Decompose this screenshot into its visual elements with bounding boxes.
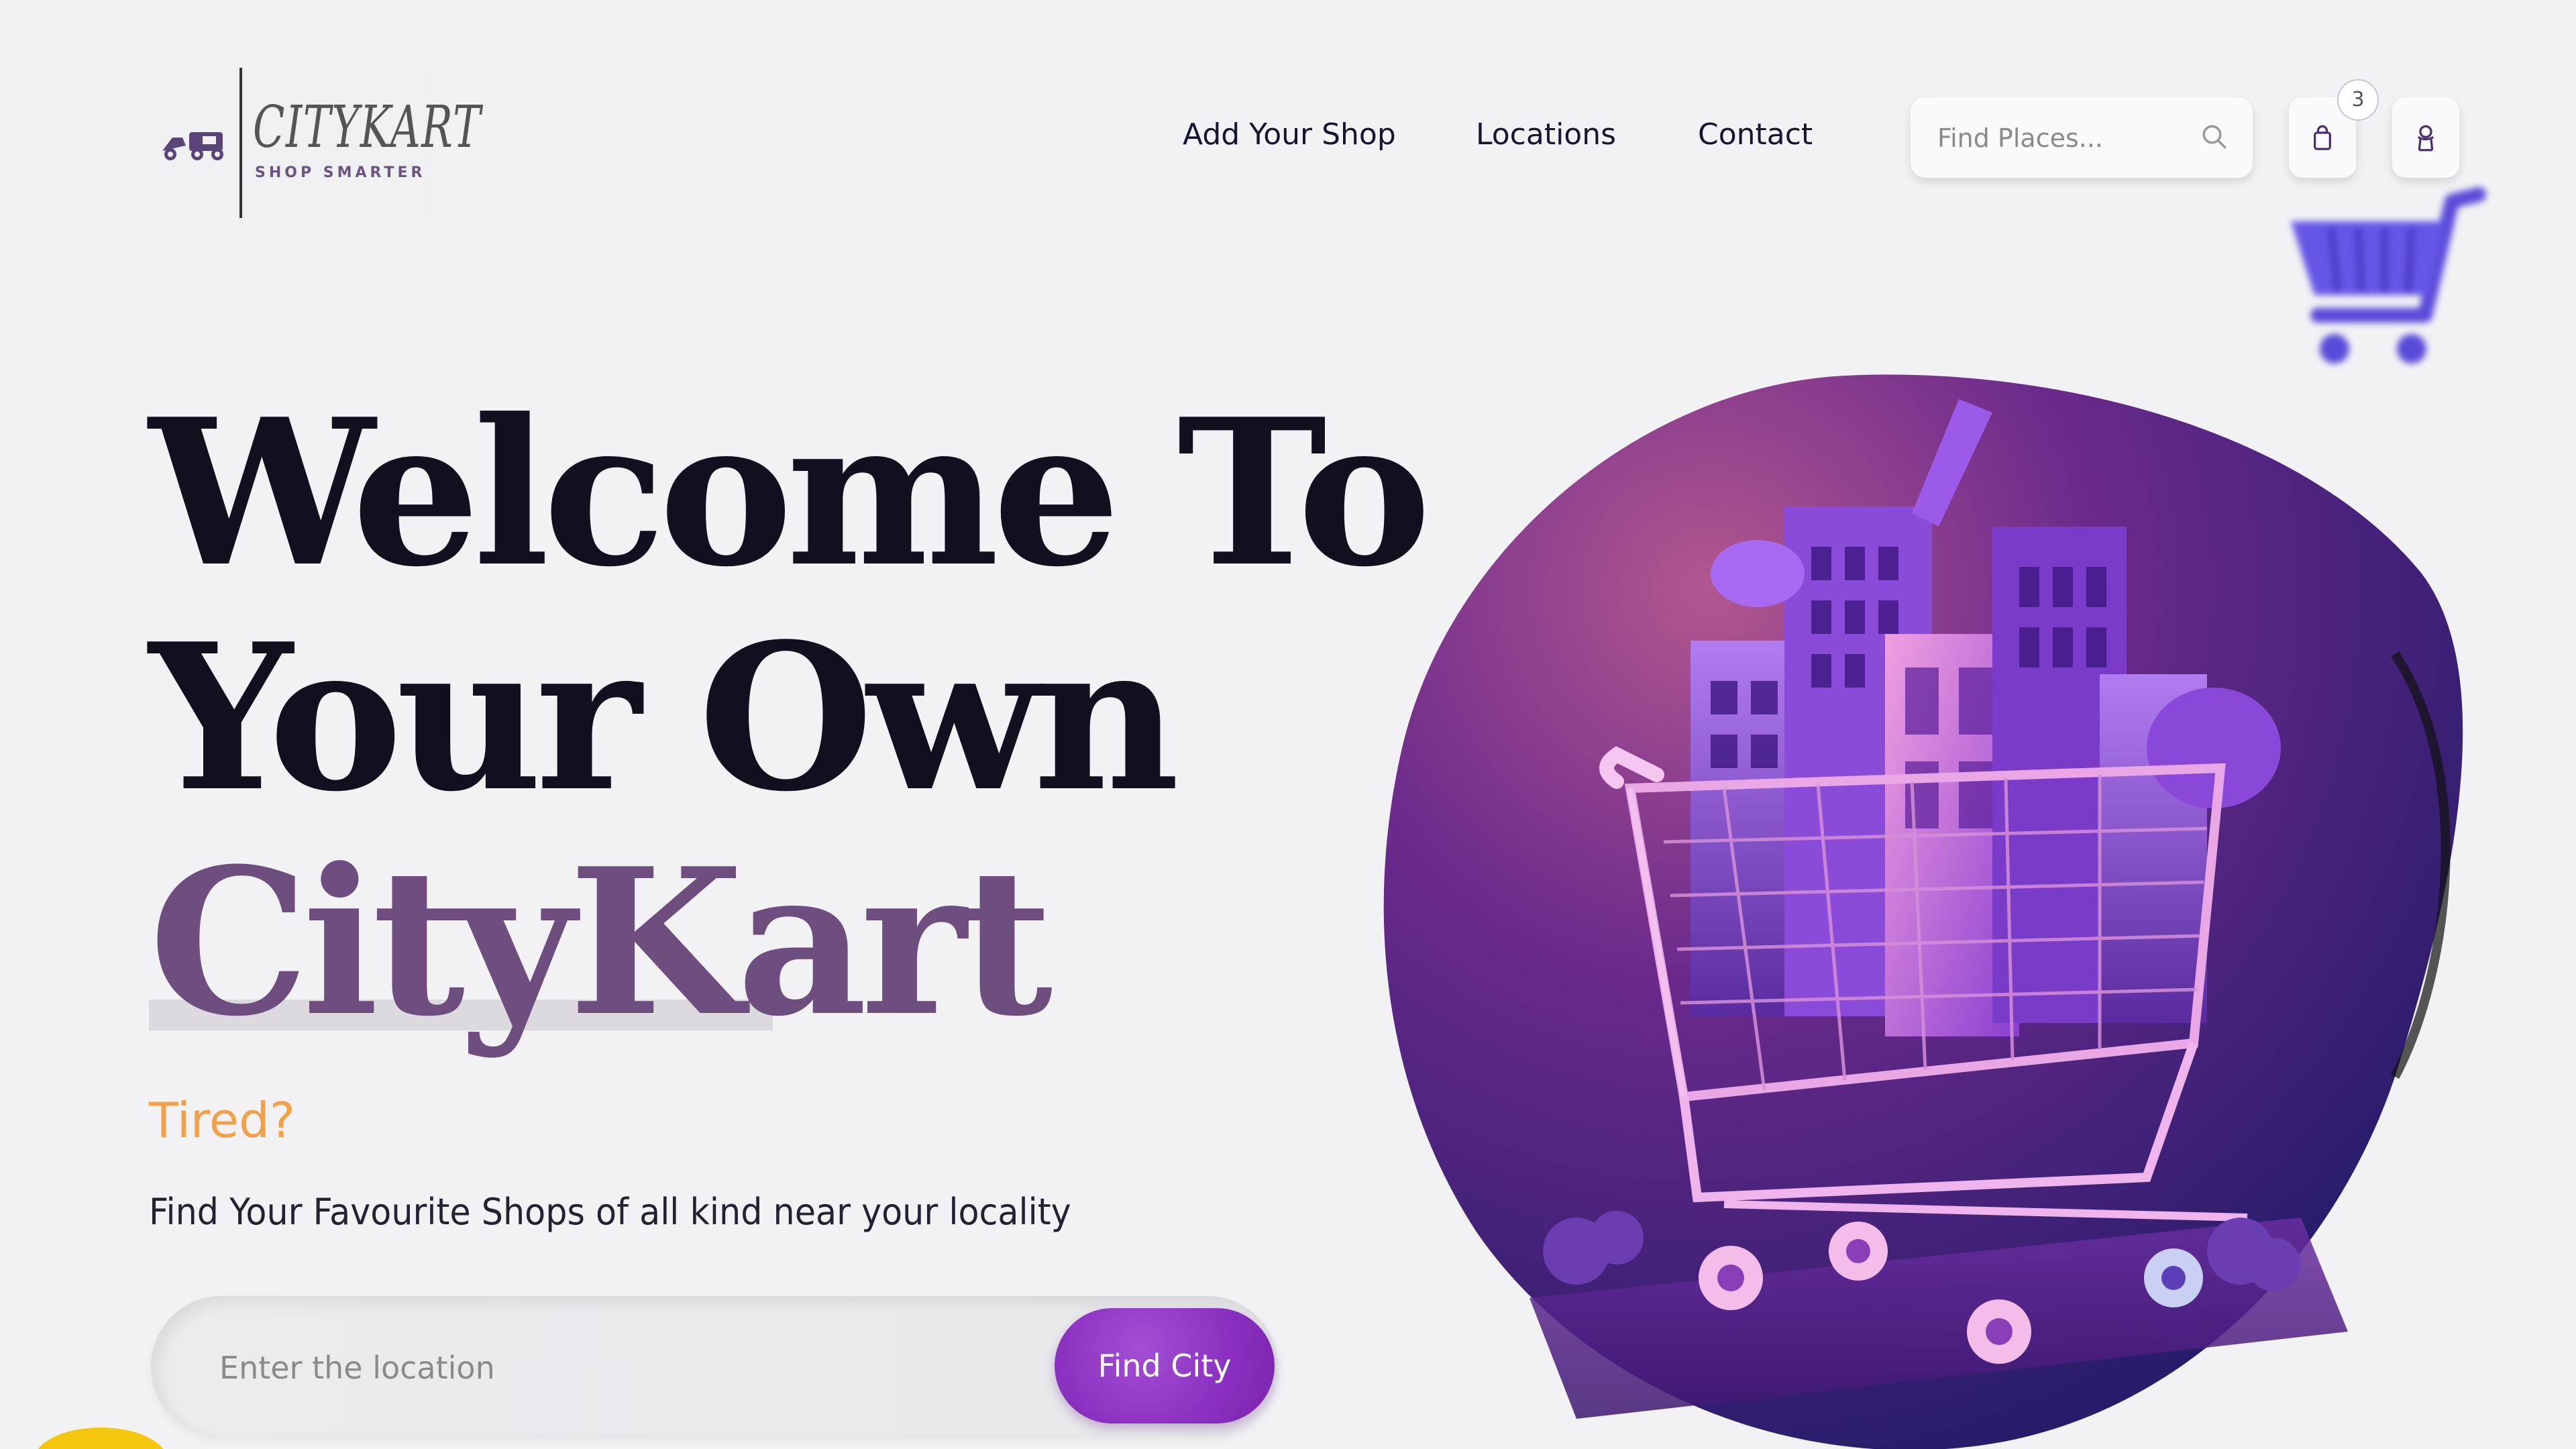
- search-icon[interactable]: [2200, 123, 2229, 151]
- hero-heading-line-2: Your Own: [149, 599, 1179, 836]
- hero-heading-line-1: Welcome To: [149, 374, 1432, 611]
- location-input[interactable]: [218, 1340, 1093, 1395]
- user-icon: [2417, 125, 2434, 152]
- logo-brand-text: CITYKART: [253, 94, 482, 161]
- decorative-blob: [34, 1428, 168, 1449]
- shopping-bag-icon: [2314, 125, 2331, 150]
- logo-tagline: SHOP SMARTER: [255, 164, 426, 181]
- nav-contact[interactable]: Contact: [1698, 117, 1813, 152]
- find-city-button[interactable]: Find City: [1055, 1308, 1275, 1424]
- search-box: [1911, 97, 2253, 178]
- nav-locations[interactable]: Locations: [1476, 117, 1616, 152]
- nav-add-your-shop[interactable]: Add Your Shop: [1183, 117, 1396, 152]
- hero-tagline: Tired?: [149, 1092, 296, 1148]
- search-input[interactable]: [1936, 117, 2194, 159]
- hero-illustration: [1383, 374, 2463, 1449]
- user-account-button[interactable]: [2392, 97, 2459, 178]
- logo-divider: [239, 68, 242, 218]
- hero-subtitle: Find Your Favourite Shops of all kind ne…: [149, 1191, 1071, 1233]
- hero-brand-name: CityKart: [149, 824, 1053, 1061]
- shopping-cart-icon: [2291, 187, 2486, 364]
- page: CITYKART SHOP SMARTER Add Your Shop Loca…: [0, 0, 2576, 1449]
- truck-logo-icon: [162, 132, 223, 160]
- cart-count-badge: 3: [2337, 79, 2379, 121]
- site-logo[interactable]: CITYKART SHOP SMARTER: [149, 64, 480, 218]
